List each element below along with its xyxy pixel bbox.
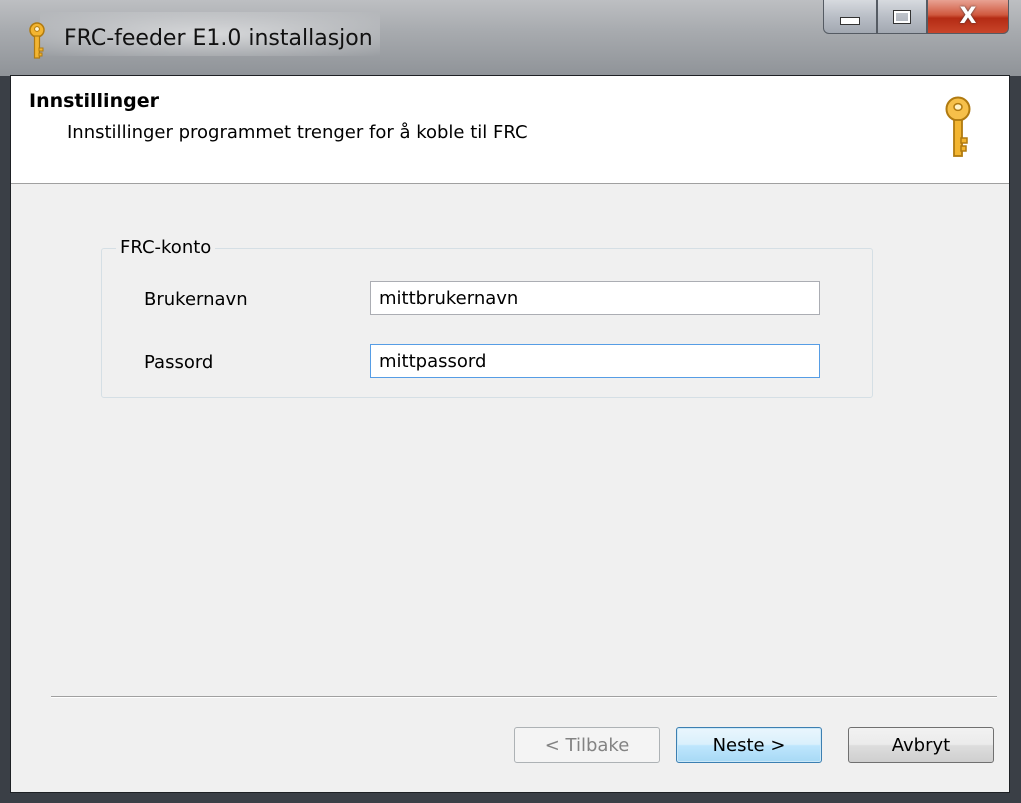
- frc-account-group: FRC-konto Brukernavn Passord: [101, 237, 873, 398]
- maximize-button[interactable]: [877, 0, 927, 34]
- close-button[interactable]: X: [927, 0, 1009, 34]
- group-legend: FRC-konto: [116, 237, 216, 258]
- cancel-button[interactable]: Avbryt: [848, 727, 994, 763]
- username-input[interactable]: [370, 281, 820, 315]
- installer-window: FRC-feeder E1.0 installasjon X Innstilli…: [0, 0, 1021, 803]
- key-icon: [945, 96, 971, 157]
- window-title: FRC-feeder E1.0 installasjon: [64, 26, 373, 51]
- close-icon: X: [959, 4, 977, 29]
- password-label: Passord: [144, 352, 214, 373]
- caption-buttons: X: [823, 0, 1009, 38]
- wizard-header: Innstillinger Innstillinger programmet t…: [11, 76, 1009, 184]
- footer-separator: [51, 696, 997, 698]
- minimize-button[interactable]: [823, 0, 877, 34]
- username-label: Brukernavn: [144, 289, 248, 310]
- next-button[interactable]: Neste >: [676, 727, 822, 763]
- maximize-icon: [893, 9, 911, 24]
- title-bar[interactable]: FRC-feeder E1.0 installasjon X: [0, 0, 1021, 76]
- password-input[interactable]: [370, 344, 820, 378]
- wizard-client-area: Innstillinger Innstillinger programmet t…: [10, 75, 1010, 793]
- page-subtitle: Innstillinger programmet trenger for å k…: [67, 122, 528, 143]
- back-button[interactable]: < Tilbake: [514, 727, 660, 763]
- page-title: Innstillinger: [29, 90, 159, 112]
- minimize-icon: [840, 16, 860, 25]
- key-icon: [29, 22, 45, 59]
